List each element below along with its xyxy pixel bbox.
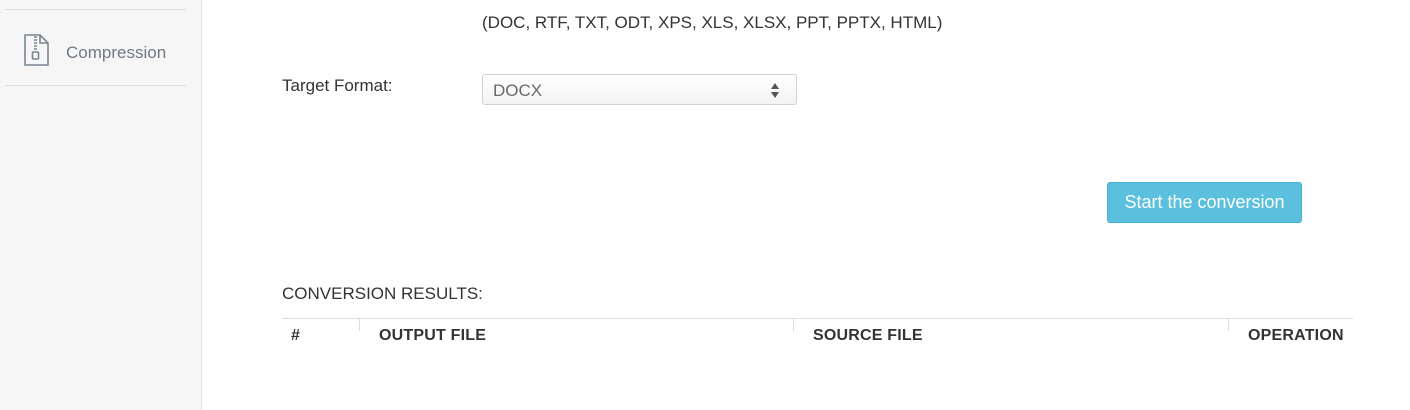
target-format-label: Target Format:	[282, 76, 393, 95]
sidebar: Compression	[0, 0, 202, 410]
sidebar-divider	[5, 9, 186, 10]
column-separator	[1228, 319, 1229, 331]
column-header-number[interactable]: #	[291, 327, 300, 345]
target-format-value: DOCX	[493, 81, 543, 100]
conversion-results-title: CONVERSION RESULTS:	[282, 284, 483, 303]
column-separator	[359, 319, 360, 331]
sidebar-item-label: Compression	[66, 43, 167, 62]
column-header-operation[interactable]: OPERATION	[1248, 327, 1344, 345]
results-table-top-border	[282, 318, 1353, 319]
select-arrows-icon	[770, 82, 780, 99]
column-header-output-file[interactable]: OUTPUT FILE	[379, 327, 486, 345]
column-separator	[793, 319, 794, 331]
start-conversion-button[interactable]: Start the conversion	[1107, 182, 1302, 223]
target-format-select[interactable]: DOCX	[482, 74, 797, 105]
column-header-source-file[interactable]: SOURCE FILE	[813, 327, 923, 345]
sidebar-divider	[5, 85, 186, 86]
sidebar-item-compression[interactable]: Compression	[0, 30, 200, 76]
supported-formats-note: (DOC, RTF, TXT, ODT, XPS, XLS, XLSX, PPT…	[482, 13, 943, 32]
zip-file-icon	[22, 34, 50, 66]
